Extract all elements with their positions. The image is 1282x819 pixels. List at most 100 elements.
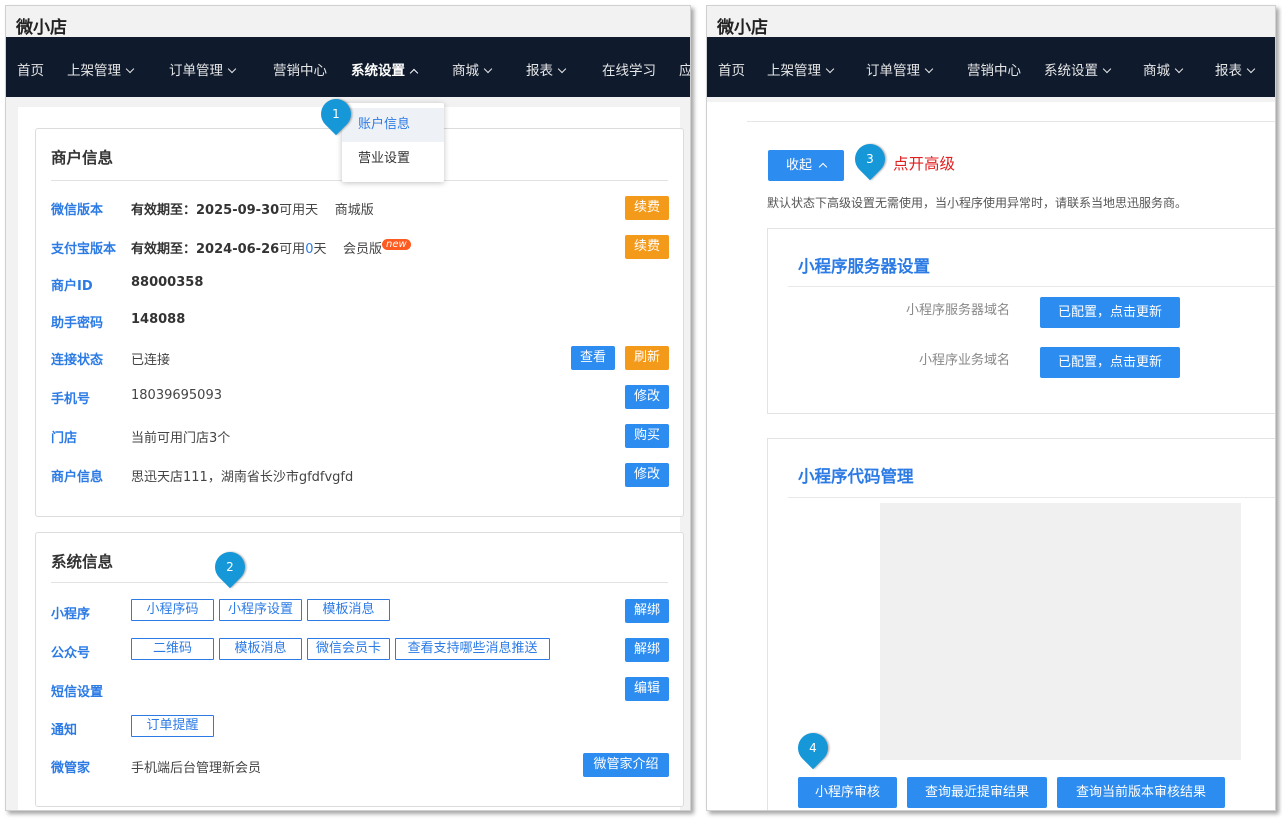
right-nav-item-0[interactable]: 首页 <box>718 59 745 79</box>
connection-status-row: 连接状态 已连接 查看 刷新 <box>51 345 669 370</box>
server-domain-update-button[interactable]: 已配置，点击更新 <box>1040 297 1180 328</box>
alipay-version-value: 有效期至：2024-06-26可用0天 会员版 new <box>131 238 411 257</box>
view-connection-button[interactable]: 查看 <box>571 346 615 370</box>
store-label: 门店 <box>51 431 78 446</box>
refresh-connection-button[interactable]: 刷新 <box>625 346 669 370</box>
right-nav-item-5[interactable]: 商城 <box>1143 59 1184 79</box>
left-nav-item-3[interactable]: 营销中心 <box>273 59 327 79</box>
assistant-password-row: 助手密码 148088 <box>51 308 668 332</box>
right-nav-item-2[interactable]: 订单管理 <box>866 59 934 79</box>
chevron-down-icon <box>125 64 135 74</box>
business-domain-label: 小程序业务域名 <box>918 353 1010 368</box>
advanced-notice: 默认状态下高级设置无需使用，当小程序使用异常时，请联系当地思迅服务商。 <box>767 196 1188 210</box>
notification-label: 通知 <box>51 723 78 738</box>
butler-intro-button[interactable]: 微管家介绍 <box>583 753 669 777</box>
supported-push-button[interactable]: 查看支持哪些消息推送 <box>395 638 550 660</box>
submit-audit-button[interactable]: 小程序审核 <box>798 777 897 808</box>
menu-item-business-settings[interactable]: 营业设置 <box>342 142 444 176</box>
assistant-password-value: 148088 <box>131 312 186 327</box>
left-nav-item-6[interactable]: 报表 <box>526 59 567 79</box>
chevron-down-icon <box>483 64 493 74</box>
merchant-id-label: 商户ID <box>51 279 93 294</box>
order-reminder-button[interactable]: 订单提醒 <box>131 715 214 737</box>
wechat-renew-button[interactable]: 续费 <box>625 196 669 220</box>
wechat-member-card-button[interactable]: 微信会员卡 <box>307 638 390 660</box>
wechat-version-label: 微信版本 <box>51 203 104 218</box>
right-nav-item-3[interactable]: 营销中心 <box>967 59 1021 79</box>
qr-code-button[interactable]: 二维码 <box>131 638 214 660</box>
notification-row: 通知 订单提醒 <box>51 715 668 739</box>
right-nav-item-4[interactable]: 系统设置 <box>1044 59 1112 79</box>
sms-edit-button[interactable]: 编辑 <box>625 677 669 701</box>
alipay-version-label: 支付宝版本 <box>51 242 117 257</box>
query-recent-audit-button[interactable]: 查询最近提审结果 <box>907 777 1047 808</box>
edit-merchant-button[interactable]: 修改 <box>625 463 669 487</box>
sms-settings-row: 短信设置 编辑 <box>51 677 669 701</box>
left-nav-item-2[interactable]: 订单管理 <box>169 59 237 79</box>
merchant-detail-row: 商户信息 思迅天店111，湖南省长沙市gfdfvgfd 修改 <box>51 462 669 487</box>
butler-label: 微管家 <box>51 761 91 776</box>
mini-program-label: 小程序 <box>51 607 91 622</box>
mini-program-row: 小程序 小程序码 小程序设置 模板消息 解绑 <box>51 599 669 623</box>
code-management-title: 小程序代码管理 <box>798 467 914 486</box>
step-marker-3: 3 <box>848 137 892 181</box>
new-badge: new <box>382 239 411 250</box>
app-title-right: 微小店 <box>717 18 768 38</box>
mini-template-message-button[interactable]: 模板消息 <box>307 599 390 621</box>
chevron-down-icon <box>1246 64 1256 74</box>
left-nav-item-0[interactable]: 首页 <box>17 59 44 79</box>
connection-status-label: 连接状态 <box>51 353 104 368</box>
system-info-card: 系统信息 小程序 小程序码 小程序设置 模板消息 解绑 公众号 二维码 模板消息… <box>35 532 684 807</box>
phone-value: 18039695093 <box>131 388 222 403</box>
code-management-card: 小程序代码管理 4 小程序审核 查询最近提审结果 查询当前版本审核结果 <box>767 438 1275 810</box>
collapse-button[interactable]: 收起 <box>768 150 844 181</box>
buy-store-button[interactable]: 购买 <box>625 424 669 448</box>
chevron-up-icon <box>409 68 419 78</box>
merchant-info-card: 商户信息 微信版本 有效期至：2025-09-30可用天 商城版 续费 支付宝版… <box>35 128 684 517</box>
store-row: 门店 当前可用门店3个 购买 <box>51 423 669 448</box>
assistant-password-label: 助手密码 <box>51 316 104 331</box>
phone-label: 手机号 <box>51 392 91 407</box>
section-edge <box>747 102 1275 122</box>
official-account-label: 公众号 <box>51 646 91 661</box>
mp-template-message-button[interactable]: 模板消息 <box>219 638 302 660</box>
right-screenshot-panel: 微小店 首页 上架管理 订单管理 营销中心 系统设置 商城 报表 收起 3 点开高级 默认状… <box>706 5 1276 811</box>
alipay-renew-button[interactable]: 续费 <box>625 235 669 259</box>
left-nav-item-8[interactable]: 应 <box>679 59 690 79</box>
menu-item-account-info[interactable]: 账户信息 <box>342 108 444 142</box>
mini-program-settings-button[interactable]: 小程序设置 <box>219 599 302 621</box>
phone-row: 手机号 18039695093 修改 <box>51 384 669 409</box>
divider <box>51 582 668 583</box>
chevron-down-icon <box>1174 64 1184 74</box>
chevron-down-icon <box>924 64 934 74</box>
account-info-content: 商户信息 微信版本 有效期至：2025-09-30可用天 商城版 续费 支付宝版… <box>18 107 684 810</box>
merchant-id-row: 商户ID 88000358 <box>51 271 668 295</box>
chevron-down-icon <box>227 64 237 74</box>
right-nav-item-6[interactable]: 报表 <box>1215 59 1256 79</box>
query-current-audit-button[interactable]: 查询当前版本审核结果 <box>1057 777 1225 808</box>
qr-code-placeholder <box>880 503 1241 760</box>
butler-value: 手机端后台管理新会员 <box>131 761 262 776</box>
merchant-detail-label: 商户信息 <box>51 470 104 485</box>
alipay-version-row: 支付宝版本 有效期至：2024-06-26可用0天 会员版 new 续费 <box>51 234 669 259</box>
business-domain-update-button[interactable]: 已配置，点击更新 <box>1040 347 1180 378</box>
wechat-version-value: 有效期至：2025-09-30可用天 商城版 <box>131 203 374 218</box>
system-card-title: 系统信息 <box>51 553 114 571</box>
mini-unbind-button[interactable]: 解绑 <box>625 599 669 623</box>
left-nav-item-1[interactable]: 上架管理 <box>67 59 135 79</box>
server-settings-title: 小程序服务器设置 <box>798 257 930 276</box>
sms-settings-label: 短信设置 <box>51 685 104 700</box>
mp-unbind-button[interactable]: 解绑 <box>625 638 669 662</box>
left-nav-item-4[interactable]: 系统设置 <box>351 59 419 79</box>
server-settings-card: 小程序服务器设置 小程序服务器域名 已配置，点击更新 小程序业务域名 已配置，点… <box>767 228 1275 414</box>
edit-phone-button[interactable]: 修改 <box>625 385 669 409</box>
step-marker-1: 1 <box>314 92 358 136</box>
mini-program-code-button[interactable]: 小程序码 <box>131 599 214 621</box>
official-account-row: 公众号 二维码 模板消息 微信会员卡 查看支持哪些消息推送 解绑 <box>51 638 669 662</box>
left-nav-item-7[interactable]: 在线学习 <box>602 59 656 79</box>
left-nav-item-5[interactable]: 商城 <box>452 59 493 79</box>
right-nav-item-1[interactable]: 上架管理 <box>767 59 835 79</box>
divider <box>788 497 1275 498</box>
left-screenshot-panel: 微小店 首页 上架管理 订单管理 营销中心 系统设置 商城 报表 在线学习 应 商户信息 微信版… <box>5 5 691 811</box>
merchant-id-value: 88000358 <box>131 275 204 290</box>
